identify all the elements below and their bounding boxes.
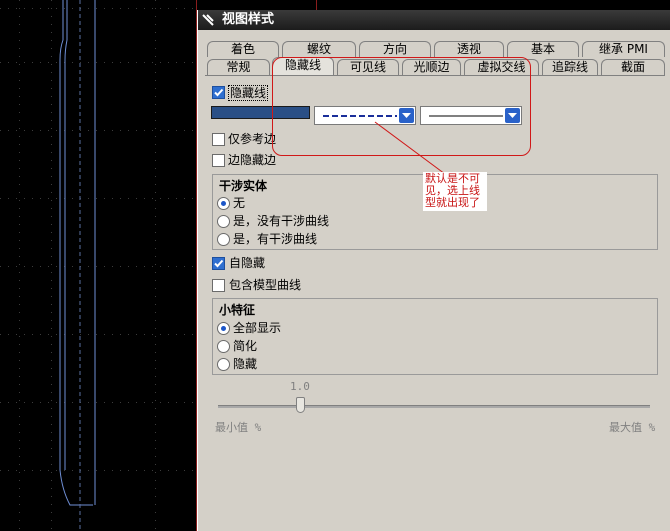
- hidden-line-label: 隐藏线: [228, 85, 269, 101]
- include-model-curves-checkbox[interactable]: [212, 279, 225, 292]
- annotation-note: 默认是不可见，选上线型就出现了: [423, 172, 487, 211]
- tab-inherit-pmi[interactable]: 继承 PMI: [582, 41, 665, 57]
- edges-hidden-label: 边隐藏边: [228, 153, 277, 167]
- interference-no-curves-radio[interactable]: [217, 215, 230, 228]
- slider-value-label: 1.0: [290, 380, 310, 393]
- slider-max-label: 最大值 %: [609, 421, 656, 434]
- ref-edges-only-checkbox[interactable]: [212, 133, 225, 146]
- hide-radio[interactable]: [217, 358, 230, 371]
- dialog-title: 视图样式: [222, 12, 275, 27]
- interference-none-radio[interactable]: [217, 197, 230, 210]
- hidden-line-checkbox[interactable]: [212, 86, 225, 99]
- part-outline: [59, 0, 96, 506]
- interference-title: 干涉实体: [219, 179, 268, 193]
- tab-shading[interactable]: 着色: [207, 41, 279, 57]
- edges-hidden-checkbox[interactable]: [212, 154, 225, 167]
- show-all-label: 全部显示: [233, 321, 282, 335]
- check-icon: [214, 88, 224, 97]
- dialog-titlebar[interactable]: 视图样式: [198, 10, 670, 30]
- small-features-title: 小特征: [219, 303, 256, 317]
- tab-thread[interactable]: 螺纹: [282, 41, 356, 57]
- annotation-arrow: [374, 121, 446, 175]
- interference-with-curves-label: 是，有干涉曲线: [233, 232, 318, 246]
- grid-lines: [0, 0, 197, 531]
- grid-dots: [18, 0, 19, 531]
- interference-with-curves-radio[interactable]: [217, 233, 230, 246]
- slider-track[interactable]: [218, 405, 650, 408]
- ref-edges-only-label: 仅参考边: [228, 132, 277, 146]
- self-hidden-checkbox[interactable]: [212, 257, 225, 270]
- simplify-radio[interactable]: [217, 340, 230, 353]
- include-model-curves-label: 包含模型曲线: [229, 278, 302, 292]
- tab-basic[interactable]: 基本: [507, 41, 579, 57]
- simplify-label: 简化: [233, 339, 258, 353]
- small-features-group: 小特征: [212, 298, 658, 375]
- slider-thumb[interactable]: [296, 397, 305, 413]
- check-icon: [214, 259, 224, 268]
- tab-general[interactable]: 常规: [207, 59, 270, 75]
- interference-none-label: 无: [233, 196, 246, 210]
- tab-perspective[interactable]: 透视: [434, 41, 504, 57]
- interference-no-curves-label: 是，没有干涉曲线: [233, 214, 330, 228]
- self-hidden-label: 自隐藏: [229, 256, 266, 270]
- show-all-radio[interactable]: [217, 322, 230, 335]
- tab-section[interactable]: 截面: [601, 59, 665, 75]
- pin-icon[interactable]: [201, 13, 215, 27]
- tab-orientation[interactable]: 方向: [359, 41, 431, 57]
- tab-trace-lines[interactable]: 追踪线: [542, 59, 598, 75]
- hide-label: 隐藏: [233, 357, 258, 371]
- slider-min-label: 最小值 %: [215, 421, 262, 434]
